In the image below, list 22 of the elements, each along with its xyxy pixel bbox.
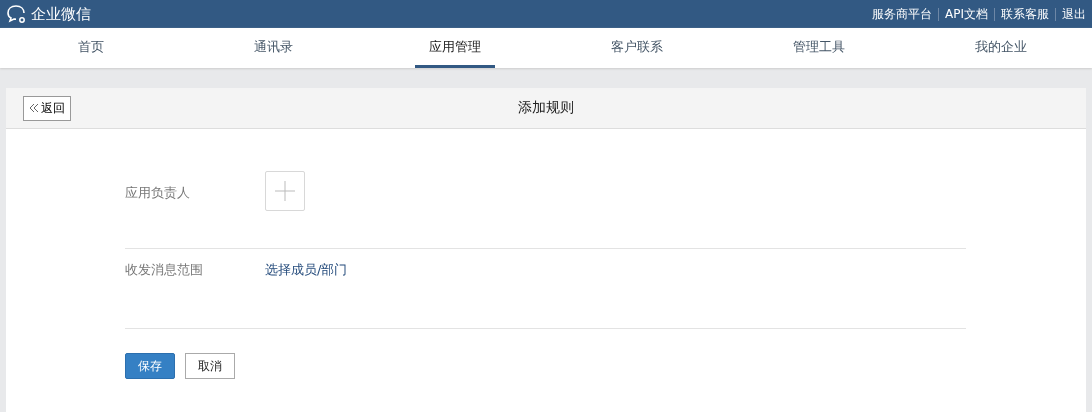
nav-tab[interactable]: 通讯录 xyxy=(239,28,307,68)
nav-tab[interactable]: 首页 xyxy=(64,28,118,68)
nav-tab[interactable]: 管理工具 xyxy=(779,28,859,68)
nav-tab[interactable]: 客户联系 xyxy=(597,28,677,68)
field-label: 应用负责人 xyxy=(125,184,191,202)
chat-bubble-icon xyxy=(6,4,28,24)
save-button[interactable]: 保存 xyxy=(125,353,175,379)
top-link[interactable]: 退出 xyxy=(1055,7,1086,21)
top-link[interactable]: 联系客服 xyxy=(994,7,1055,21)
brand-name: 企业微信 xyxy=(31,4,91,24)
top-link[interactable]: API文档 xyxy=(938,7,994,21)
top-link[interactable]: 服务商平台 xyxy=(866,7,938,21)
double-chevron-icon xyxy=(29,103,39,113)
nav-tab[interactable]: 应用管理 xyxy=(415,28,495,68)
add-button[interactable] xyxy=(265,171,305,211)
nav-tab[interactable]: 我的企业 xyxy=(961,28,1041,68)
panel-title: 添加规则 xyxy=(518,99,574,117)
select-members-link[interactable]: 选择成员/部门 xyxy=(265,261,348,328)
back-button[interactable]: 返回 xyxy=(23,95,71,121)
field-label: 收发消息范围 xyxy=(125,261,204,279)
plus-icon xyxy=(275,181,295,201)
cancel-button[interactable]: 取消 xyxy=(185,353,235,379)
